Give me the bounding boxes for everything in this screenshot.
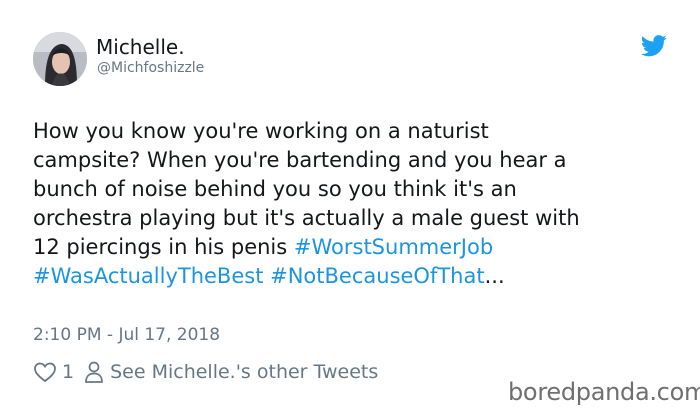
avatar[interactable] bbox=[33, 32, 87, 86]
tweet-line: 12 piercings in his penis #WorstSummerJo… bbox=[33, 233, 683, 262]
timestamp[interactable]: 2:10 PM - Jul 17, 2018 bbox=[33, 325, 220, 345]
avatar-photo bbox=[33, 32, 87, 86]
ellipsis: ... bbox=[484, 264, 505, 288]
tweet-card: Michelle. @Michfoshizzle How you know yo… bbox=[0, 0, 700, 415]
tweet-line: #WasActuallyTheBest #NotBecauseOfThat... bbox=[33, 262, 683, 291]
watermark: boredpanda.com bbox=[508, 378, 700, 406]
hashtag-link[interactable]: #WorstSummerJob bbox=[294, 235, 493, 259]
hashtag-link[interactable]: #NotBecauseOfThat bbox=[270, 264, 484, 288]
hashtag-link[interactable]: #WasActuallyTheBest bbox=[33, 264, 263, 288]
tweet-line: bunch of noise behind you so you think i… bbox=[33, 177, 517, 201]
heart-icon[interactable] bbox=[33, 360, 57, 384]
tweet-actions: 1 See Michelle.'s other Tweets bbox=[33, 358, 378, 386]
display-name[interactable]: Michelle. bbox=[96, 35, 185, 59]
user-handle[interactable]: @Michfoshizzle bbox=[97, 60, 204, 76]
like-count: 1 bbox=[62, 361, 75, 383]
tweet-line: orchestra playing but it's actually a ma… bbox=[33, 206, 580, 230]
other-tweets-link[interactable]: See Michelle.'s other Tweets bbox=[110, 361, 378, 383]
twitter-bird-icon[interactable] bbox=[640, 35, 668, 57]
tweet-line: How you know you're working on a naturis… bbox=[33, 119, 489, 143]
tweet-text: How you know you're working on a naturis… bbox=[33, 117, 683, 291]
tweet-line-text: 12 piercings in his penis bbox=[33, 235, 294, 259]
tweet-line: campsite? When you're bartending and you… bbox=[33, 148, 567, 172]
person-icon bbox=[85, 361, 103, 383]
